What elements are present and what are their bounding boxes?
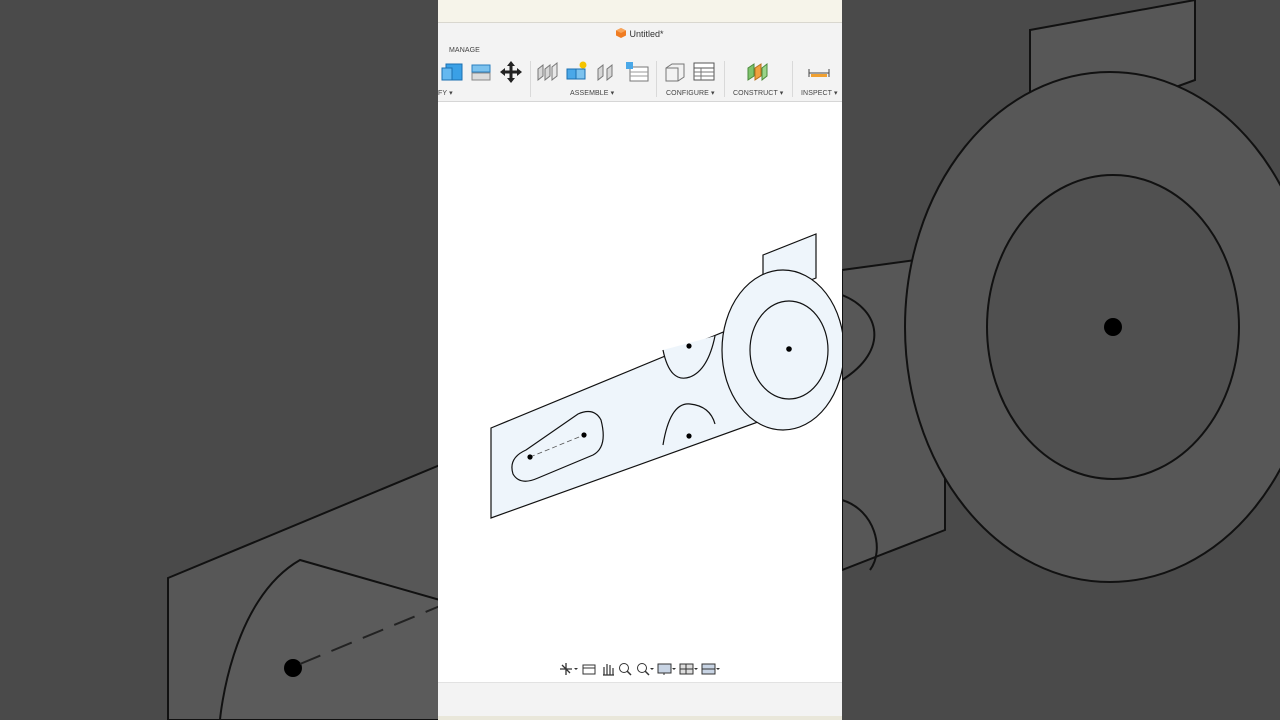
toolbar-separator [724, 61, 725, 97]
sketch-arm-plate [490, 325, 759, 519]
ribbon-toolbar: MANAGE FY ▾ ASSEMBLE ▾ CONFIGURE ▾ CONST… [438, 45, 842, 102]
inspect-group-label[interactable]: INSPECT ▾ [801, 89, 838, 97]
toolbar-separator [792, 61, 793, 97]
toolbar-separator [656, 61, 657, 97]
orbit-icon[interactable] [558, 661, 578, 677]
new-component-icon[interactable] [564, 60, 590, 84]
navigation-toolbar [558, 659, 723, 679]
viewports-icon[interactable] [700, 661, 720, 677]
status-bar [438, 682, 842, 717]
configure-table-icon[interactable] [692, 60, 718, 84]
document-tab-bar: Untitled* [438, 23, 842, 45]
look-at-icon[interactable] [580, 661, 600, 677]
zoom-window-icon[interactable] [616, 661, 636, 677]
move-icon[interactable] [498, 60, 524, 84]
modify-group-label[interactable]: FY ▾ [438, 89, 453, 97]
bottom-edge [438, 716, 842, 720]
document-cube-icon [616, 28, 627, 38]
assemble-group-label[interactable]: ASSEMBLE ▾ [570, 89, 614, 97]
joint-icon[interactable] [535, 60, 561, 84]
combine-icon[interactable] [440, 60, 466, 84]
boss-center-point[interactable] [786, 346, 792, 352]
pan-icon[interactable] [598, 661, 618, 677]
shell-icon[interactable] [469, 60, 495, 84]
measure-icon[interactable] [806, 60, 832, 84]
sketch-profile[interactable] [490, 233, 842, 519]
slot-center-point[interactable] [581, 432, 587, 438]
construct-group-label[interactable]: CONSTRUCT ▾ [733, 89, 783, 97]
as-built-joint-icon[interactable] [594, 60, 620, 84]
configure-group-label[interactable]: CONFIGURE ▾ [666, 89, 715, 97]
zoom-icon[interactable] [634, 661, 654, 677]
top-bar [438, 0, 842, 23]
configure-icon[interactable] [662, 60, 688, 84]
document-tab[interactable]: Untitled* [438, 28, 842, 39]
slot-center-point[interactable] [527, 454, 533, 460]
joint-origin-icon[interactable] [624, 60, 650, 84]
construct-plane-icon[interactable] [744, 60, 770, 84]
design-canvas[interactable] [438, 102, 842, 682]
grid-icon[interactable] [678, 661, 698, 677]
document-title: Untitled* [629, 29, 664, 39]
display-settings-icon[interactable] [656, 661, 676, 677]
toolbar-separator [530, 61, 531, 97]
manage-tab-label[interactable]: MANAGE [449, 47, 480, 54]
cutout-center-point[interactable] [686, 343, 692, 349]
cutout-center-point[interactable] [686, 433, 692, 439]
fusion-app-window: Untitled* MANAGE FY ▾ ASSEMBLE ▾ CONFIGU… [438, 0, 842, 720]
